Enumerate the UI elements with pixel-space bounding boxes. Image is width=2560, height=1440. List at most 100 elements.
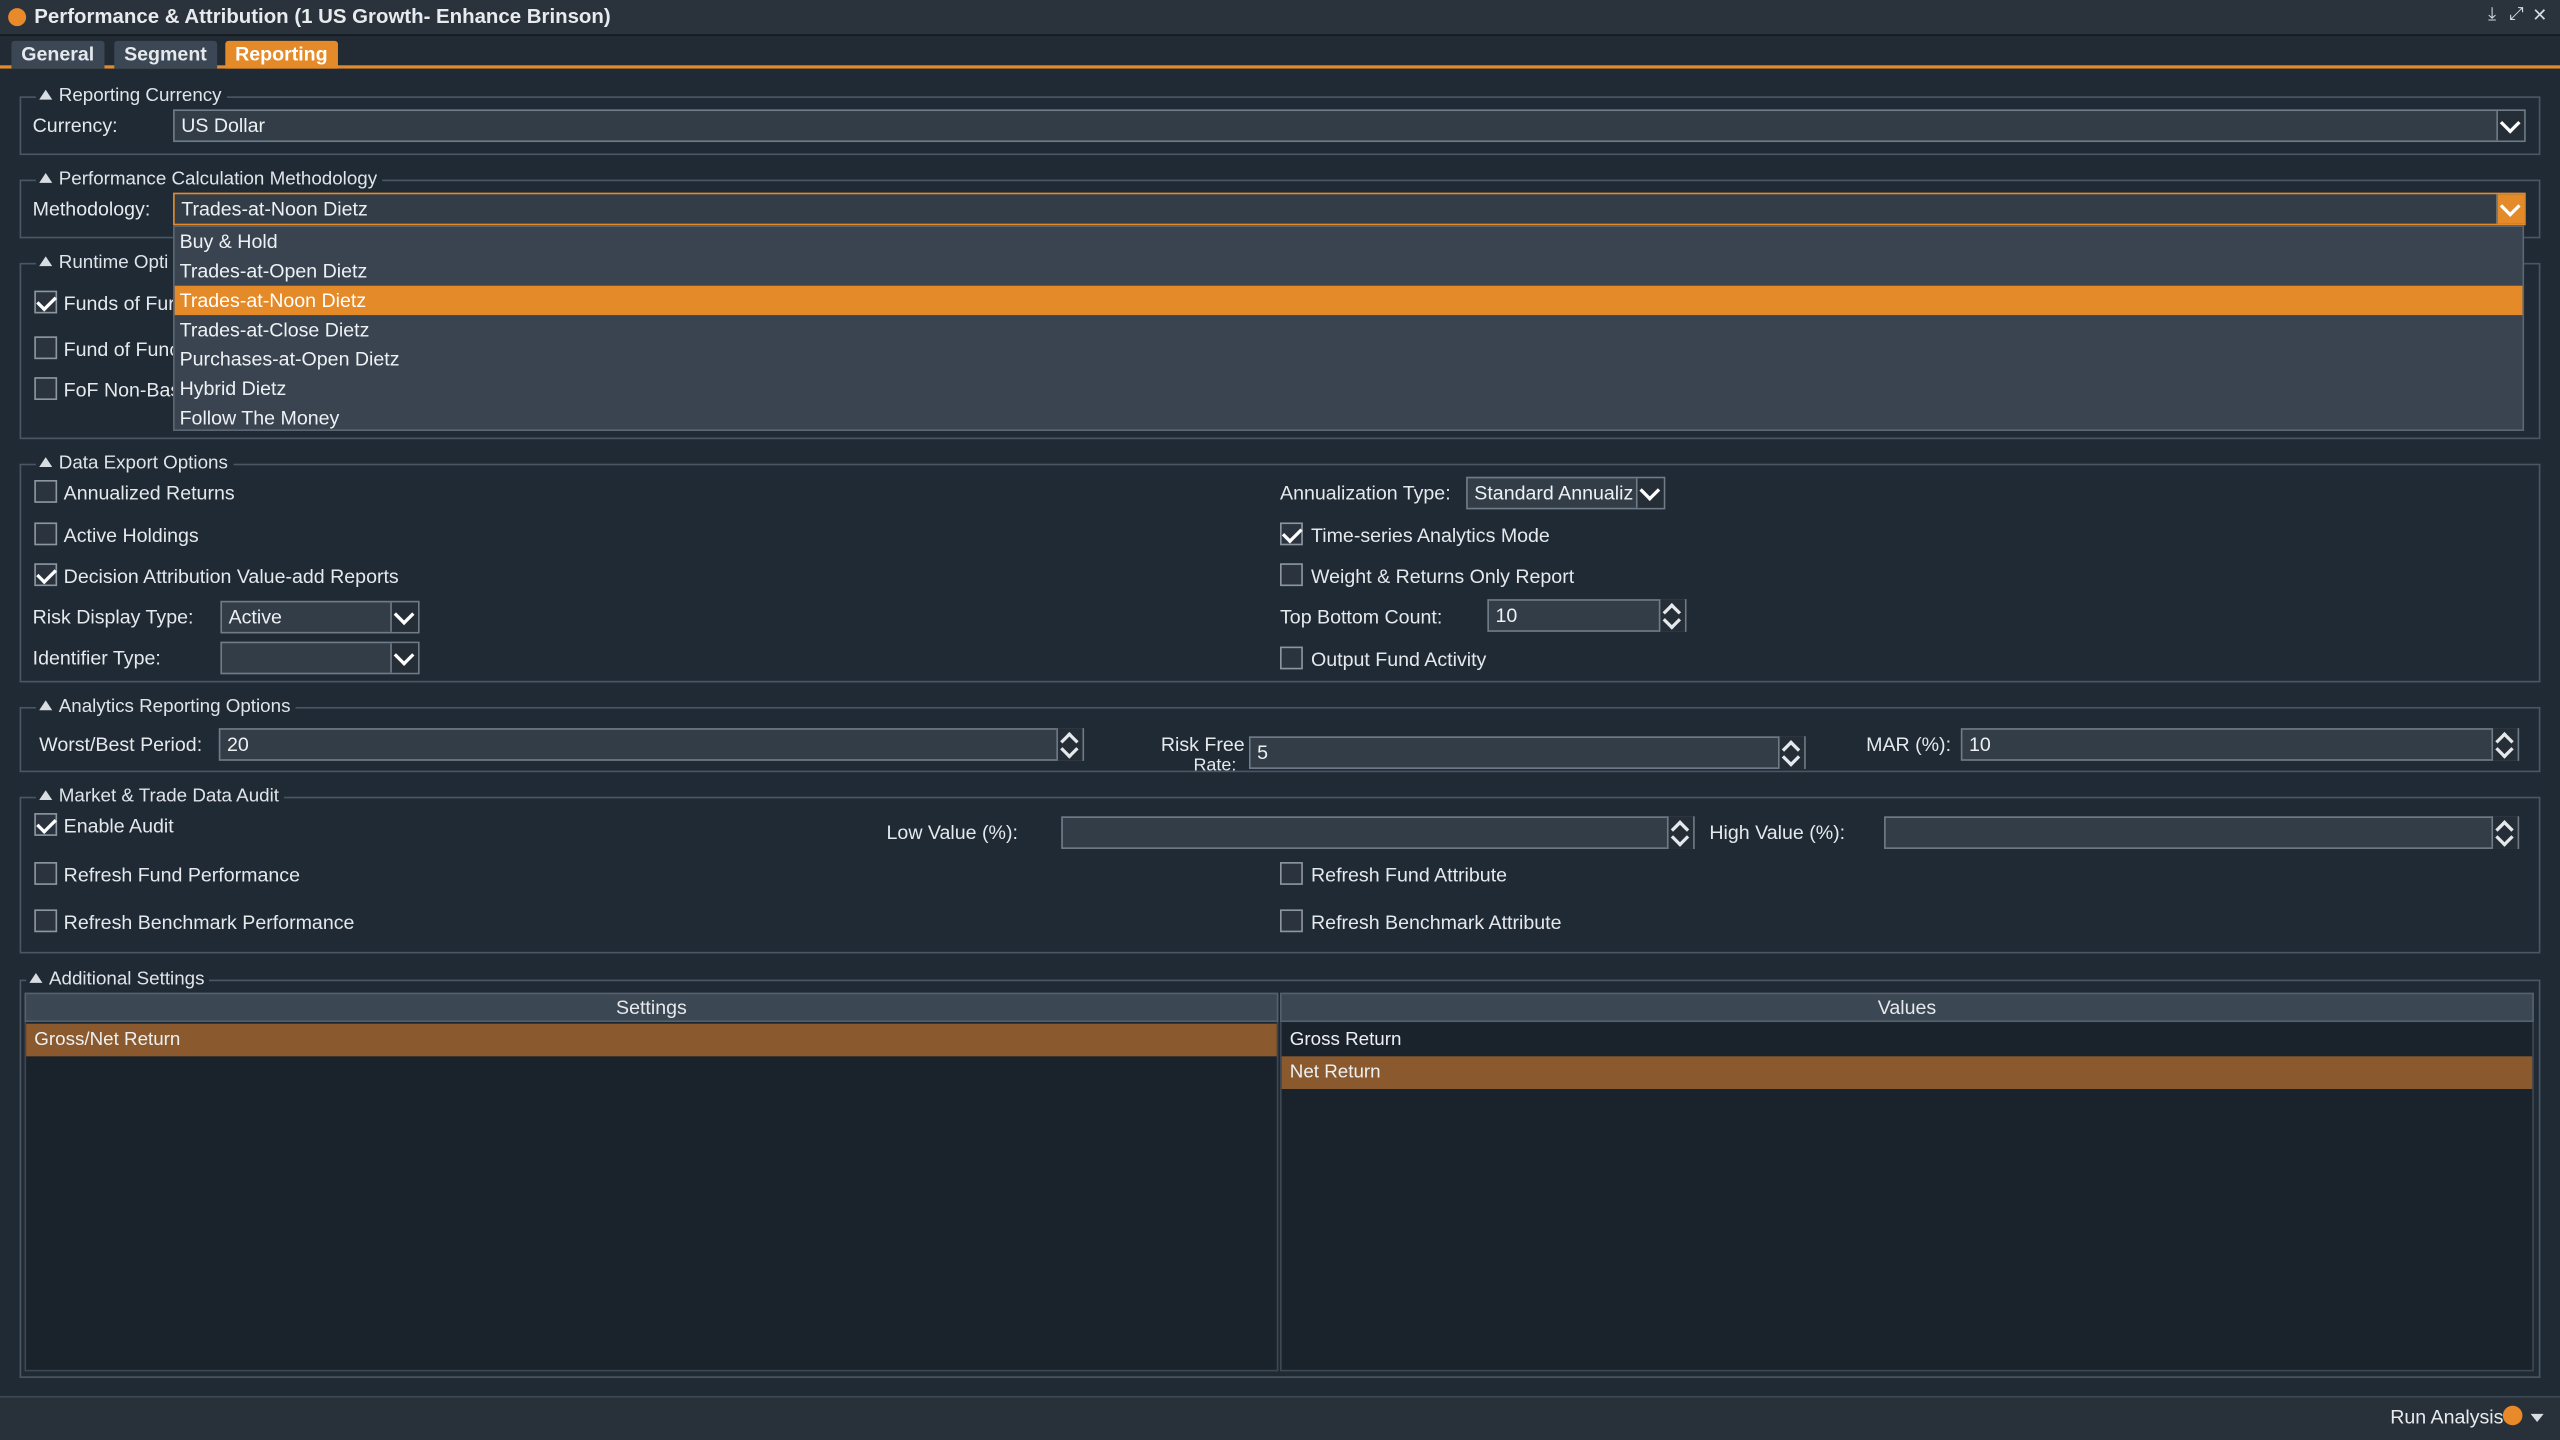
low-value-label: Low Value (%): [886, 821, 1018, 845]
currency-select[interactable]: US Dollar [173, 109, 2526, 143]
maximize-icon[interactable]: ⤢ [2509, 5, 2523, 26]
audit-legend[interactable]: Market & Trade Data Audit [35, 785, 284, 809]
app-window: Performance & Attribution (1 US Growth- … [0, 0, 2560, 1440]
reporting-currency-legend[interactable]: Reporting Currency [35, 84, 227, 108]
refresh-fund-attribute-checkbox[interactable] [1279, 862, 1303, 885]
table-row[interactable]: Gross Return [1282, 1024, 2533, 1057]
fund-of-funds-label: Fund of Func [63, 337, 180, 361]
app-logo-icon [8, 8, 27, 27]
collapse-triangle-icon [39, 701, 53, 711]
risk-free-input[interactable]: 5 [1248, 736, 1806, 769]
data-export-legend[interactable]: Data Export Options [35, 452, 233, 476]
dropdown-option[interactable]: Trades-at-Open Dietz [175, 256, 2523, 285]
run-analysis-icon[interactable] [2502, 1405, 2523, 1426]
tab-reporting[interactable]: Reporting [225, 40, 338, 69]
output-fund-activity-label: Output Fund Activity [1311, 648, 1487, 672]
collapse-triangle-icon [39, 90, 53, 101]
low-value-stepper-icon[interactable] [1666, 816, 1694, 849]
methodology-label: Methodology: [32, 197, 151, 221]
refresh-fund-performance-checkbox[interactable] [34, 862, 58, 885]
time-series-label: Time-series Analytics Mode [1311, 524, 1550, 547]
methodology-select[interactable]: Trades-at-Noon Dietz [173, 192, 2526, 226]
risk-free-label-rate: Rate: [1193, 755, 1237, 776]
window-title: Performance & Attribution (1 US Growth- … [34, 4, 611, 28]
chevron-down-icon[interactable] [390, 602, 418, 632]
run-analysis-button[interactable]: Run Analysis [2390, 1406, 2503, 1429]
tab-general[interactable]: General [11, 40, 105, 69]
mar-label: MAR (%): [1866, 733, 1952, 756]
funds-of-funds-checkbox[interactable] [34, 290, 58, 314]
runtime-options-legend[interactable]: Runtime Opti [35, 251, 174, 275]
dropdown-option-selected[interactable]: Trades-at-Noon Dietz [174, 285, 2523, 316]
table-row[interactable]: Gross/Net Return [26, 1023, 1277, 1057]
time-series-checkbox[interactable] [1279, 522, 1303, 546]
decision-attribution-checkbox[interactable] [34, 563, 58, 587]
worst-best-label: Worst/Best Period: [39, 733, 203, 756]
high-value-stepper-icon[interactable] [2491, 816, 2518, 849]
worst-best-input[interactable]: 20 [218, 728, 1085, 761]
identifier-type-label: Identifier Type: [32, 646, 161, 670]
refresh-fund-performance-label: Refresh Fund Performance [63, 863, 300, 887]
tab-bar [0, 35, 2560, 69]
active-holdings-checkbox[interactable] [34, 522, 58, 546]
fof-non-base-checkbox[interactable] [34, 377, 58, 400]
risk-free-label: Risk Free [1160, 733, 1245, 756]
mar-input[interactable]: 10 [1960, 728, 2520, 761]
tab-segment[interactable]: Segment [114, 40, 217, 69]
chevron-down-icon[interactable] [2496, 111, 2525, 141]
weight-returns-checkbox[interactable] [1279, 563, 1303, 587]
active-holdings-label: Active Holdings [63, 524, 199, 547]
values-column-header[interactable]: Values [1279, 992, 2534, 1023]
dropdown-option[interactable]: Purchases-at-Open Dietz [175, 344, 2523, 373]
high-value-input[interactable] [1884, 816, 2520, 849]
methodology-legend[interactable]: Performance Calculation Methodology [35, 168, 382, 192]
risk-display-label: Risk Display Type: [32, 605, 194, 629]
decision-attribution-label: Decision Attribution Value-add Reports [63, 564, 399, 588]
enable-audit-checkbox[interactable] [34, 813, 58, 836]
top-bottom-stepper-icon[interactable] [1658, 599, 1685, 632]
refresh-benchmark-performance-label: Refresh Benchmark Performance [63, 911, 355, 934]
weight-returns-label: Weight & Returns Only Report [1311, 564, 1575, 588]
fof-non-base-label: FoF Non-Bas [63, 378, 181, 402]
dropdown-option[interactable]: Buy & Hold [175, 227, 2523, 256]
methodology-dropdown-list: Buy & Hold Trades-at-Open Dietz Trades-a… [173, 225, 2525, 432]
risk-free-stepper-icon[interactable] [1777, 736, 1805, 769]
additional-settings-legend[interactable]: Additional Settings [26, 968, 210, 992]
refresh-benchmark-attribute-label: Refresh Benchmark Attribute [1311, 911, 1562, 934]
collapse-triangle-icon [39, 457, 53, 468]
download-icon[interactable]: ⤓ [2488, 5, 2496, 26]
close-icon[interactable]: ✕ [2532, 5, 2547, 27]
top-bottom-count-label: Top Bottom Count: [1279, 605, 1443, 629]
table-row[interactable]: Net Return [1281, 1056, 2533, 1089]
worst-best-stepper-icon[interactable] [1056, 728, 1083, 761]
analytics-legend[interactable]: Analytics Reporting Options [35, 695, 296, 719]
mar-stepper-icon[interactable] [2491, 728, 2518, 761]
status-bar [0, 1395, 2560, 1440]
refresh-benchmark-performance-checkbox[interactable] [34, 909, 58, 933]
low-value-input[interactable] [1061, 816, 1695, 849]
collapse-triangle-icon [39, 173, 53, 184]
collapse-triangle-icon [29, 973, 43, 984]
top-bottom-count-input[interactable]: 10 [1487, 599, 1687, 632]
funds-of-funds-label: Funds of Fur [63, 292, 175, 316]
chevron-down-icon[interactable] [1635, 478, 1664, 508]
chevron-down-icon[interactable] [2530, 1413, 2544, 1423]
dropdown-option[interactable]: Follow The Money [175, 403, 2523, 432]
enable-audit-label: Enable Audit [63, 814, 174, 838]
settings-column-header[interactable]: Settings [24, 992, 1279, 1023]
dropdown-option[interactable]: Trades-at-Close Dietz [175, 315, 2523, 344]
high-value-label: High Value (%): [1709, 821, 1846, 845]
dropdown-option[interactable]: Hybrid Dietz [175, 374, 2523, 403]
fund-of-funds-checkbox[interactable] [34, 336, 58, 360]
refresh-benchmark-attribute-checkbox[interactable] [1279, 909, 1303, 933]
chevron-down-icon[interactable] [2496, 194, 2525, 224]
refresh-fund-attribute-label: Refresh Fund Attribute [1311, 863, 1508, 887]
collapse-triangle-icon [39, 257, 53, 267]
collapse-triangle-icon [39, 790, 53, 801]
annualization-type-label: Annualization Type: [1279, 481, 1451, 505]
annualized-returns-label: Annualized Returns [63, 481, 235, 505]
annualized-returns-checkbox[interactable] [34, 479, 58, 503]
output-fund-activity-checkbox[interactable] [1279, 646, 1303, 670]
chevron-down-icon[interactable] [390, 643, 418, 673]
currency-label: Currency: [32, 114, 118, 138]
